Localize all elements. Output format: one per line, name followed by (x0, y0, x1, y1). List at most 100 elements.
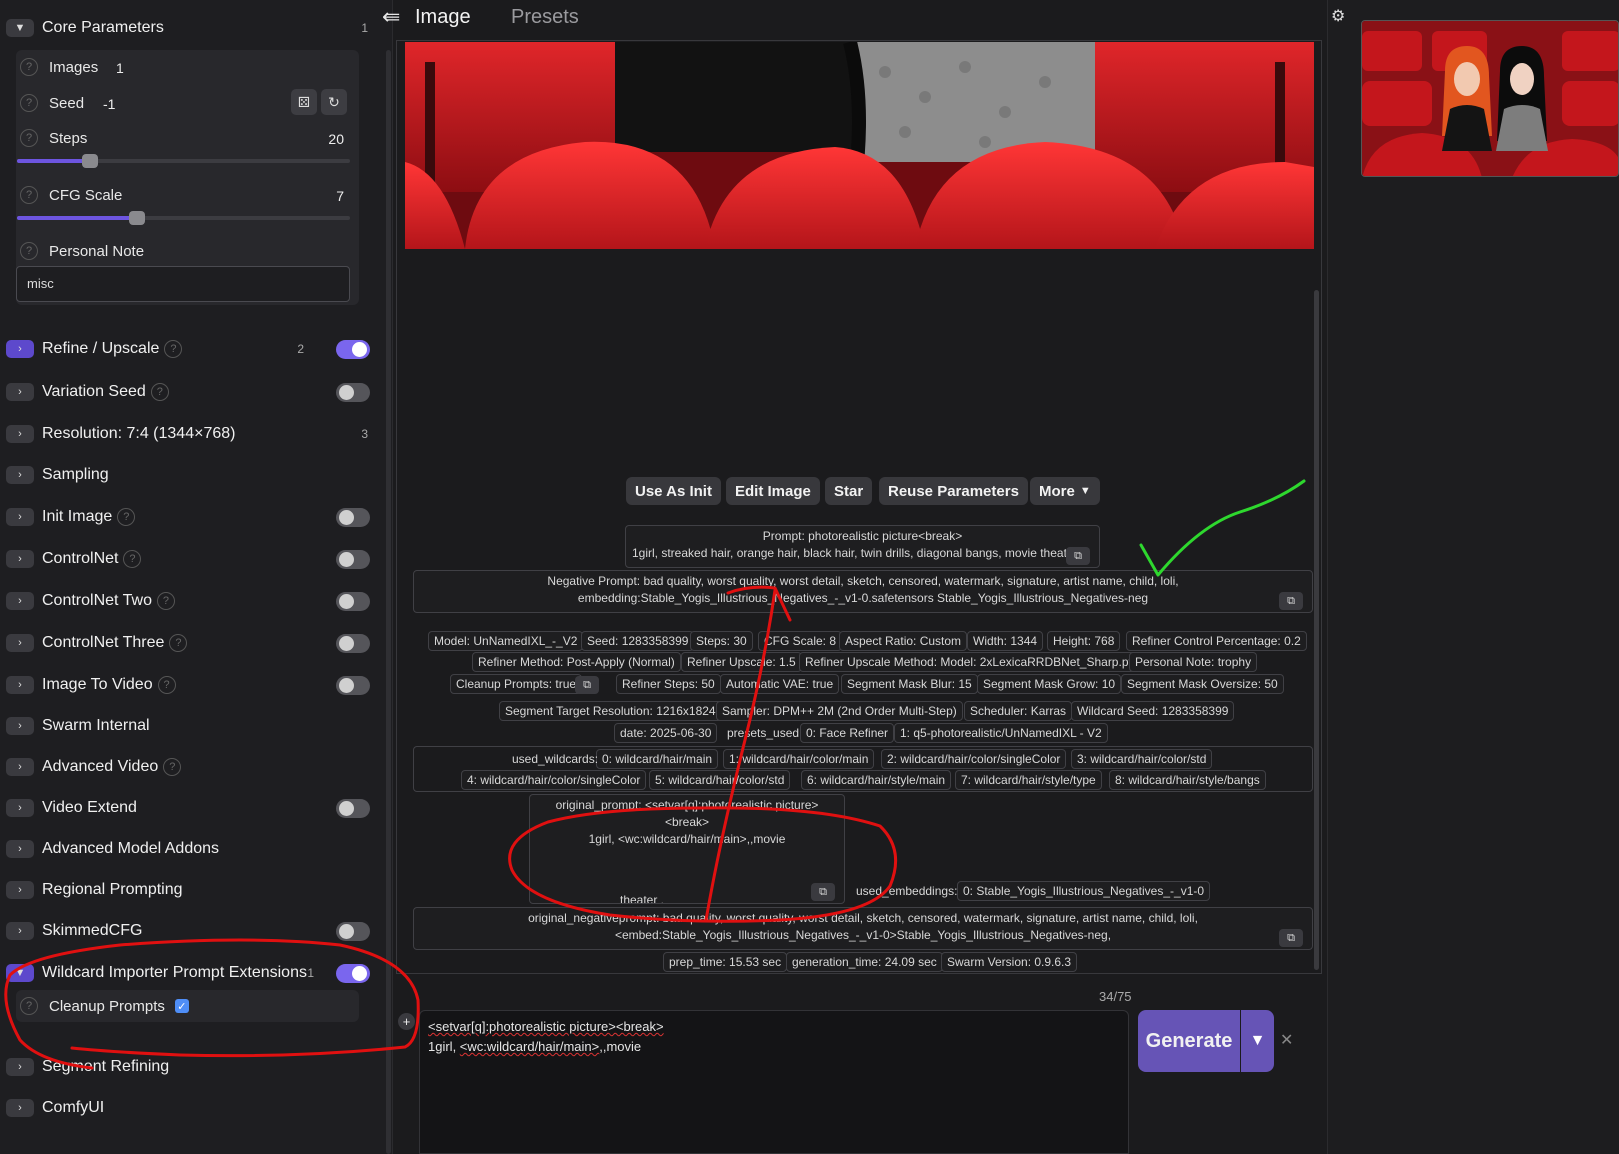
tab-image[interactable]: Image (415, 6, 471, 29)
section-image-to-video[interactable]: › Image To Video? (6, 672, 376, 698)
chevron-right-icon: › (6, 508, 34, 526)
close-icon[interactable]: ✕ (1280, 1030, 1293, 1050)
output-scrollbar[interactable] (1314, 290, 1319, 970)
plus-icon[interactable]: + (398, 1013, 415, 1030)
section-toggle[interactable] (336, 507, 370, 527)
section-toggle[interactable] (336, 591, 370, 611)
section-controlnet-two[interactable]: › ControlNet Two? (6, 588, 376, 614)
chevron-down-icon: ▼ (6, 964, 34, 982)
generate-button[interactable]: Generate (1138, 1010, 1240, 1072)
section-toggle[interactable] (336, 963, 370, 983)
section-swarm-internal[interactable]: › Swarm Internal (6, 713, 376, 739)
help-icon[interactable]: ? (169, 634, 188, 652)
gear-icon[interactable]: ⚙ (1331, 6, 1345, 26)
section-sampling[interactable]: › Sampling (6, 462, 376, 488)
prompt-input[interactable]: <setvar[q]:photorealistic picture><break… (419, 1010, 1129, 1154)
section-comfyui[interactable]: › ComfyUI (6, 1095, 376, 1121)
cfg-value[interactable]: 7 (314, 188, 344, 204)
section-segment-refining[interactable]: › Segment Refining (6, 1054, 376, 1080)
use-as-init-button[interactable]: Use As Init (626, 477, 721, 505)
metadata-label: presets_used: (727, 726, 803, 740)
metadata-chip: Segment Mask Oversize: 50 (1121, 674, 1284, 694)
recycle-icon[interactable]: ↻ (321, 89, 347, 115)
section-count: 1 (361, 21, 368, 35)
param-label: Personal Note (49, 242, 145, 260)
section-toggle[interactable] (336, 921, 370, 941)
section-title: Swarm Internal (42, 717, 150, 734)
help-icon[interactable]: ? (157, 676, 176, 694)
section-title: Advanced Model Addons (42, 840, 220, 857)
section-toggle[interactable] (336, 798, 370, 818)
section-toggle[interactable] (336, 339, 370, 359)
section-toggle[interactable] (336, 549, 370, 569)
more-button[interactable]: More ▼ (1030, 477, 1100, 505)
chevron-down-icon[interactable]: ▼ (1241, 1010, 1274, 1072)
section-title: Advanced Video (42, 758, 159, 775)
section-variation-seed[interactable]: › Variation Seed? (6, 379, 376, 405)
edit-image-button[interactable]: Edit Image (726, 477, 820, 505)
reuse-parameters-button[interactable]: Reuse Parameters (879, 477, 1028, 505)
section-core-parameters[interactable]: ▼ Core Parameters 1 (6, 15, 376, 41)
section-wildcard-importer-prompt-extensions[interactable]: ▼ Wildcard Importer Prompt Extensions 1 (6, 960, 376, 986)
section-regional-prompting[interactable]: › Regional Prompting (6, 877, 376, 903)
help-icon[interactable]: ? (20, 58, 38, 76)
help-icon[interactable]: ? (20, 997, 38, 1015)
section-advanced-video[interactable]: › Advanced Video? (6, 754, 376, 780)
section-toggle[interactable] (336, 675, 370, 695)
steps-slider[interactable] (17, 154, 350, 168)
wildcards-label: used_wildcards: (512, 752, 599, 766)
chevron-right-icon: › (6, 799, 34, 817)
generated-image[interactable] (405, 42, 1314, 249)
section-toggle[interactable] (336, 633, 370, 653)
metadata-chip: Refiner Upscale Method: Model: 2xLexicaR… (799, 652, 1145, 672)
steps-value[interactable]: 20 (314, 131, 344, 147)
personal-note-input[interactable]: misc (16, 266, 350, 302)
help-icon[interactable]: ? (20, 129, 38, 147)
section-advanced-model-addons[interactable]: › Advanced Model Addons (6, 836, 376, 862)
back-arrow-icon[interactable]: ⇚ (382, 4, 400, 30)
image-thumbnail[interactable] (1361, 20, 1619, 177)
cfg-slider[interactable] (17, 211, 350, 225)
section-init-image[interactable]: › Init Image? (6, 504, 376, 530)
copy-icon[interactable]: ⧉ (1279, 592, 1303, 610)
section-refine-upscale[interactable]: › Refine / Upscale? 2 (6, 336, 376, 362)
copy-icon[interactable]: ⧉ (1279, 929, 1303, 947)
help-icon[interactable]: ? (117, 508, 136, 526)
copy-icon[interactable]: ⧉ (811, 883, 835, 901)
dice-icon[interactable]: ⚄ (291, 89, 317, 115)
help-icon[interactable]: ? (123, 550, 142, 568)
images-value[interactable]: 1 (116, 60, 124, 76)
help-icon[interactable]: ? (20, 94, 38, 112)
parameters-scrollbar[interactable] (386, 50, 391, 1154)
star-button[interactable]: Star (825, 477, 873, 505)
help-icon[interactable]: ? (150, 383, 169, 401)
section-controlnet-three[interactable]: › ControlNet Three? (6, 630, 376, 656)
cleanup-prompts-box: ? Cleanup Prompts ✓ (16, 990, 359, 1022)
section-skimmedcfg[interactable]: › SkimmedCFG (6, 918, 376, 944)
slider-knob[interactable] (82, 154, 99, 168)
help-icon[interactable]: ? (156, 592, 175, 610)
tab-presets[interactable]: Presets (511, 6, 579, 29)
copy-icon[interactable]: ⧉ (1066, 547, 1090, 565)
param-cleanup: ? Cleanup Prompts ✓ (20, 994, 189, 1018)
cleanup-checkbox[interactable]: ✓ (174, 999, 189, 1013)
param-label: Steps (49, 129, 88, 147)
section-video-extend[interactable]: › Video Extend (6, 795, 376, 821)
metadata-chip: Aspect Ratio: Custom (839, 631, 968, 651)
metadata-chip: 0: Face Refiner (800, 723, 895, 743)
help-icon[interactable]: ? (164, 340, 183, 358)
slider-knob[interactable] (128, 211, 145, 225)
section-controlnet[interactable]: › ControlNet? (6, 546, 376, 572)
section-toggle[interactable] (336, 382, 370, 402)
copy-icon[interactable]: ⧉ (575, 676, 599, 694)
metadata-chip: Width: 1344 (967, 631, 1044, 651)
chevron-right-icon: › (6, 758, 34, 776)
help-icon[interactable]: ? (163, 758, 182, 776)
prompt-input-line-1: <setvar[q]:photorealistic picture><break… (428, 1017, 1120, 1037)
prompt-line-2: 1girl, streaked hair, orange hair, black… (632, 546, 1078, 560)
chevron-right-icon: › (6, 717, 34, 735)
seed-value[interactable]: -1 (103, 96, 115, 112)
section-resolution-7-4-1344-768[interactable]: › Resolution: 7:4 (1344×768) 3 (6, 421, 376, 447)
help-icon[interactable]: ? (20, 242, 38, 260)
help-icon[interactable]: ? (20, 186, 38, 204)
